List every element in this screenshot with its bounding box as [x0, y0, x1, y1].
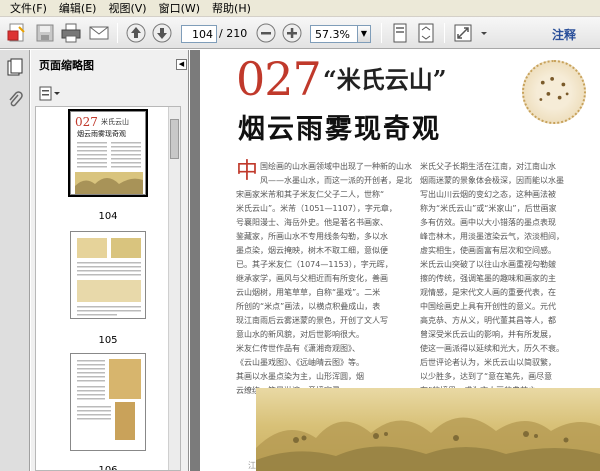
decorative-seal: [522, 60, 586, 124]
previous-page-icon[interactable]: [125, 22, 147, 44]
zoom-in-icon[interactable]: [281, 22, 303, 44]
more-tools-icon[interactable]: [478, 22, 490, 44]
article-title: “米氏云山”: [323, 65, 447, 94]
thumbnail-scrollbar[interactable]: [168, 107, 180, 470]
thumbnail-label: 106: [98, 465, 118, 471]
fit-page-icon[interactable]: [415, 22, 437, 44]
thumbnail-page-104[interactable]: 027 米氏云山 烟云雨雾现奇观: [68, 109, 148, 197]
full-screen-icon[interactable]: [452, 22, 474, 44]
thumbnail-list: 027 米氏云山 烟云雨雾现奇观 104 105 106: [35, 106, 181, 471]
document-view[interactable]: 027 “米氏云山” 烟云雨雾现奇观 中 国绘画的山水画领域中出现了一种新的山水…: [190, 50, 600, 471]
email-icon[interactable]: [88, 22, 110, 44]
thumbnail-page-105[interactable]: [70, 231, 146, 319]
thumbnails-panel: 页面缩略图 ◀ 027 米氏云山 烟云雨雾现奇观 104 105 106: [31, 50, 189, 471]
menu-bar: 文件(F) 编辑(E) 视图(V) 窗口(W) 帮助(H): [0, 0, 600, 17]
zoom-out-icon[interactable]: [255, 22, 277, 44]
single-page-view-icon[interactable]: [389, 22, 411, 44]
next-page-icon[interactable]: [151, 22, 173, 44]
toolbar: / 210 ▼ 注释: [0, 17, 600, 49]
panel-title: 页面缩略图: [39, 59, 94, 72]
svg-text:米氏云山: 米氏云山: [101, 117, 129, 126]
print-icon[interactable]: [60, 22, 82, 44]
save-icon[interactable]: [34, 22, 56, 44]
landscape-painting: [256, 388, 600, 471]
annotate-button[interactable]: 注释: [552, 26, 576, 43]
article-subtitle: 烟云雨雾现奇观: [238, 114, 441, 145]
thumbnail-page-106[interactable]: [70, 353, 146, 451]
collapse-panel-icon[interactable]: ◀: [176, 59, 187, 70]
zoom-level-input[interactable]: [310, 25, 358, 43]
page-total: / 210: [219, 27, 248, 40]
svg-text:烟云雨雾现奇观: 烟云雨雾现奇观: [77, 129, 126, 138]
attachment-icon[interactable]: [5, 90, 25, 110]
page-footer-mark: 江: [248, 461, 256, 470]
pdf-page: 027 “米氏云山” 烟云雨雾现奇观 中 国绘画的山水画领域中出现了一种新的山水…: [200, 50, 600, 471]
thumbnail-label: 105: [98, 335, 118, 346]
text-column-left: 中 国绘画的山水画领域中出现了一种新的山水画 风——水墨山水，而这一派的开创者，…: [236, 159, 412, 396]
thumbnail-label: 104: [98, 211, 118, 222]
menu-help[interactable]: 帮助(H): [206, 0, 257, 17]
zoom-dropdown-icon[interactable]: ▼: [357, 25, 371, 43]
chapter-number: 027: [236, 52, 322, 106]
svg-text:027: 027: [75, 115, 98, 129]
panel-options-icon[interactable]: [39, 86, 61, 102]
menu-file[interactable]: 文件(F): [4, 0, 53, 17]
text-column-right: 米氏父子长期生活在江南，对江南山水 烟雨迷蒙的景象体会极深，因而能以水墨 写出山…: [420, 162, 564, 395]
menu-edit[interactable]: 编辑(E): [53, 0, 103, 17]
create-pdf-icon[interactable]: [6, 22, 28, 44]
drop-cap: 中: [236, 159, 259, 184]
menu-view[interactable]: 视图(V): [102, 0, 152, 17]
page-number-input[interactable]: [181, 25, 217, 43]
pages-icon[interactable]: [5, 58, 25, 78]
menu-window[interactable]: 窗口(W): [153, 0, 206, 17]
navigation-strip: [0, 50, 30, 471]
